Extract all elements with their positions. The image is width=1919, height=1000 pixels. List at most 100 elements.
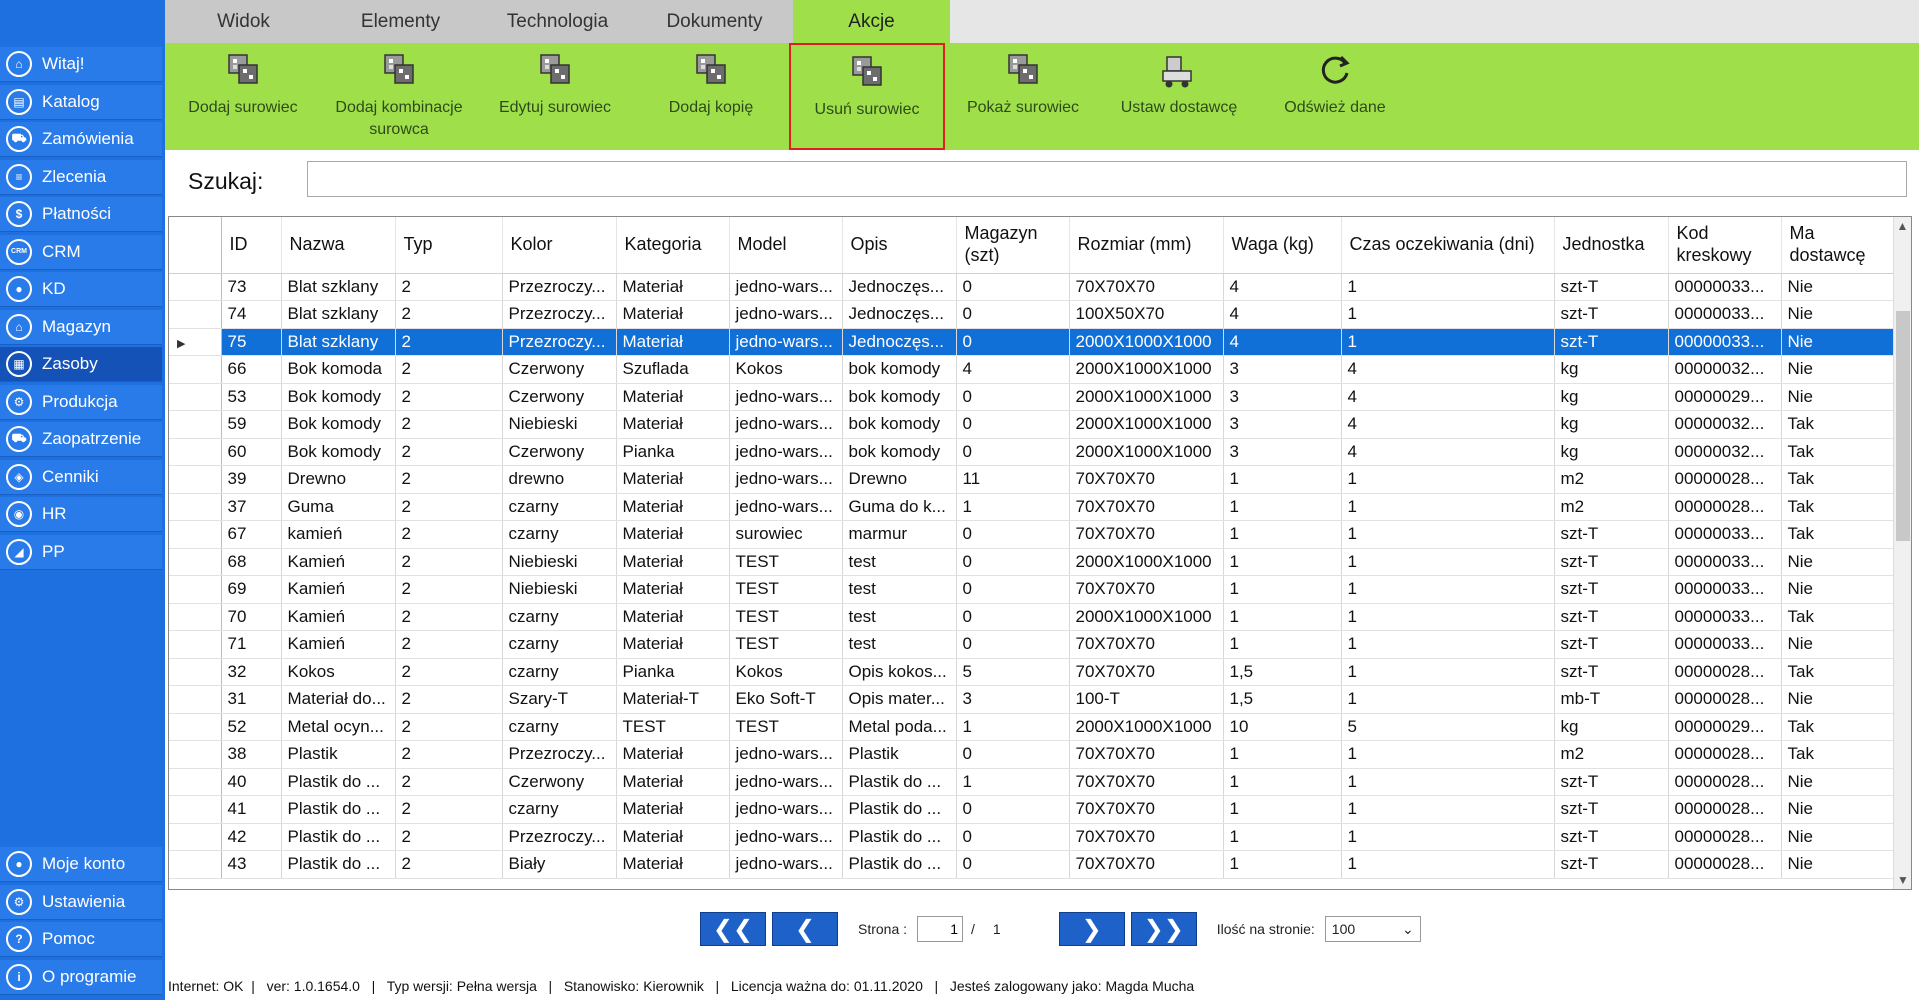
cell-nazwa[interactable]: kamień [281, 520, 396, 549]
cell-model[interactable]: Eko Soft-T [729, 685, 843, 714]
cell-kod[interactable]: 00000033... [1668, 575, 1782, 604]
add-material-button[interactable]: Dodaj surowiec [165, 43, 321, 150]
cell-rozmiar[interactable]: 2000X1000X1000 [1069, 438, 1224, 466]
cell-id[interactable]: 69 [221, 575, 282, 604]
cell-model[interactable]: jedno-wars... [729, 740, 843, 769]
cell-czas[interactable]: 4 [1341, 410, 1555, 439]
cell-czas[interactable]: 4 [1341, 438, 1555, 466]
sidebar-item-zlecenia[interactable]: ≡ Zlecenia [0, 159, 162, 195]
scroll-thumb[interactable] [1896, 311, 1910, 541]
cell-rozmiar[interactable]: 70X70X70 [1069, 658, 1224, 686]
cell-magazyn[interactable]: 0 [956, 410, 1070, 439]
cell-jednostka[interactable]: szt-T [1554, 823, 1669, 851]
cell-id[interactable]: 31 [221, 685, 282, 714]
cell-waga[interactable]: 1 [1223, 850, 1342, 879]
cell-kategoria[interactable]: Materiał [616, 850, 730, 879]
cell-nazwa[interactable]: Kamień [281, 575, 396, 604]
cell-czas[interactable]: 4 [1341, 355, 1555, 384]
cell-kolor[interactable]: czarny [502, 713, 617, 741]
cell-dostawca[interactable]: Tak [1781, 410, 1894, 439]
cell-rozmiar[interactable]: 2000X1000X1000 [1069, 603, 1224, 631]
cell-kategoria[interactable]: Materiał [616, 795, 730, 824]
cell-kod[interactable]: 00000029... [1668, 713, 1782, 741]
sidebar-item-o-programie[interactable]: i O programie [0, 959, 162, 995]
cell-czas[interactable]: 1 [1341, 575, 1555, 604]
row-header[interactable]: ▶ [169, 328, 222, 356]
cell-dostawca[interactable]: Tak [1781, 465, 1894, 494]
cell-model[interactable]: jedno-wars... [729, 823, 843, 851]
cell-model[interactable]: Kokos [729, 658, 843, 686]
table-row[interactable]: 41 Plastik do ... 2 czarny Materiał jedno-war… [169, 795, 1894, 824]
row-header[interactable] [169, 740, 222, 769]
cell-rozmiar[interactable]: 70X70X70 [1069, 575, 1224, 604]
column-header-magazyn[interactable]: Magazyn (szt) [956, 217, 1070, 274]
cell-model[interactable]: TEST [729, 713, 843, 741]
cell-kategoria[interactable]: Pianka [616, 658, 730, 686]
column-header-kolor[interactable]: Kolor [502, 217, 617, 274]
cell-model[interactable]: jedno-wars... [729, 850, 843, 879]
cell-rozmiar[interactable]: 70X70X70 [1069, 768, 1224, 796]
cell-czas[interactable]: 1 [1341, 493, 1555, 521]
cell-kolor[interactable]: drewno [502, 465, 617, 494]
cell-nazwa[interactable]: Kamień [281, 630, 396, 659]
cell-nazwa[interactable]: Blat szklany [281, 328, 396, 356]
cell-typ[interactable]: 2 [395, 383, 503, 411]
cell-magazyn[interactable]: 0 [956, 548, 1070, 576]
cell-jednostka[interactable]: szt-T [1554, 273, 1669, 301]
cell-waga[interactable]: 3 [1223, 355, 1342, 384]
cell-kod[interactable]: 00000032... [1668, 355, 1782, 384]
cell-nazwa[interactable]: Kamień [281, 603, 396, 631]
cell-jednostka[interactable]: szt-T [1554, 300, 1669, 329]
sidebar-item-hr[interactable]: ◉ HR [0, 497, 162, 532]
cell-rozmiar[interactable]: 2000X1000X1000 [1069, 410, 1224, 439]
cell-kategoria[interactable]: Materiał [616, 328, 730, 356]
sidebar-item-pomoc[interactable]: ? Pomoc [0, 922, 162, 957]
cell-opis[interactable]: Plastik do ... [842, 850, 957, 879]
cell-dostawca[interactable]: Nie [1781, 630, 1894, 659]
cell-rozmiar[interactable]: 2000X1000X1000 [1069, 548, 1224, 576]
cell-model[interactable]: jedno-wars... [729, 273, 843, 301]
column-header-czas[interactable]: Czas oczekiwania (dni) [1341, 217, 1555, 274]
cell-czas[interactable]: 1 [1341, 685, 1555, 714]
cell-typ[interactable]: 2 [395, 493, 503, 521]
cell-model[interactable]: jedno-wars... [729, 768, 843, 796]
cell-dostawca[interactable]: Tak [1781, 603, 1894, 631]
cell-czas[interactable]: 4 [1341, 383, 1555, 411]
table-row[interactable]: 52 Metal ocyn... 2 czarny TEST TEST Metal poda… [169, 713, 1894, 741]
cell-kod[interactable]: 00000028... [1668, 823, 1782, 851]
row-header[interactable] [169, 383, 222, 411]
cell-model[interactable]: TEST [729, 630, 843, 659]
row-header[interactable] [169, 465, 222, 494]
cell-rozmiar[interactable]: 2000X1000X1000 [1069, 383, 1224, 411]
cell-kolor[interactable]: Niebieski [502, 548, 617, 576]
cell-waga[interactable]: 1 [1223, 493, 1342, 521]
cell-kolor[interactable]: Przezroczy... [502, 273, 617, 301]
cell-kod[interactable]: 00000028... [1668, 795, 1782, 824]
cell-jednostka[interactable]: szt-T [1554, 520, 1669, 549]
cell-nazwa[interactable]: Bok komoda [281, 355, 396, 384]
cell-model[interactable]: jedno-wars... [729, 410, 843, 439]
row-header[interactable] [169, 603, 222, 631]
cell-opis[interactable]: Plastik do ... [842, 823, 957, 851]
table-row[interactable]: 68 Kamień 2 Niebieski Materiał TEST test 0 2000X… [169, 548, 1894, 576]
cell-nazwa[interactable]: Blat szklany [281, 300, 396, 329]
cell-kategoria[interactable]: Szuflada [616, 355, 730, 384]
cell-dostawca[interactable]: Tak [1781, 740, 1894, 769]
cell-magazyn[interactable]: 0 [956, 438, 1070, 466]
table-row[interactable]: 38 Plastik 2 Przezroczy... Materiał jedno-war… [169, 740, 1894, 769]
cell-kategoria[interactable]: Materiał [616, 273, 730, 301]
cell-opis[interactable]: Guma do k... [842, 493, 957, 521]
row-header[interactable] [169, 273, 222, 301]
cell-rozmiar[interactable]: 70X70X70 [1069, 823, 1224, 851]
cell-kategoria[interactable]: Pianka [616, 438, 730, 466]
cell-typ[interactable]: 2 [395, 850, 503, 879]
cell-kolor[interactable]: Szary-T [502, 685, 617, 714]
cell-id[interactable]: 59 [221, 410, 282, 439]
cell-kolor[interactable]: czarny [502, 520, 617, 549]
cell-typ[interactable]: 2 [395, 575, 503, 604]
table-row[interactable]: 66 Bok komoda 2 Czerwony Szuflada Kokos bok ko… [169, 355, 1894, 384]
table-row[interactable]: 39 Drewno 2 drewno Materiał jedno-wars... Drew… [169, 465, 1894, 494]
cell-dostawca[interactable]: Nie [1781, 850, 1894, 879]
cell-nazwa[interactable]: Kokos [281, 658, 396, 686]
cell-waga[interactable]: 4 [1223, 273, 1342, 301]
